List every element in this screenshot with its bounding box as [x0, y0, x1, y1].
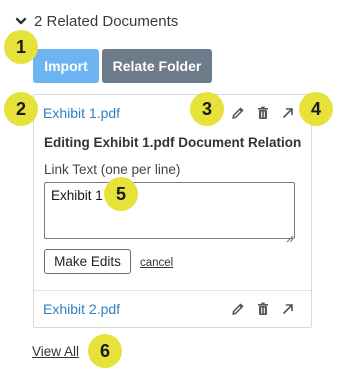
callout-5: 5 — [104, 177, 138, 211]
edit-panel-title: Editing Exhibit 1.pdf Document Relation — [44, 135, 302, 150]
link-text-label: Link Text (one per line) — [44, 162, 181, 177]
related-documents-list: Exhibit 1.pdf Editing Exhibit 1.pdf Docu… — [33, 94, 312, 328]
pencil-icon[interactable] — [230, 301, 246, 317]
trash-icon[interactable] — [255, 105, 271, 121]
relate-folder-button[interactable]: Relate Folder — [102, 49, 212, 83]
callout-2: 2 — [4, 92, 38, 126]
external-link-icon[interactable] — [280, 105, 296, 121]
callout-1: 1 — [4, 30, 38, 64]
trash-icon[interactable] — [255, 301, 271, 317]
related-documents-header[interactable]: 2 Related Documents — [14, 10, 178, 32]
callout-4: 4 — [299, 92, 333, 126]
view-all-link[interactable]: View All — [32, 344, 79, 359]
callout-6: 6 — [88, 334, 122, 368]
resize-grip-icon[interactable] — [286, 230, 294, 243]
chevron-down-icon[interactable] — [14, 14, 28, 28]
section-title: 2 Related Documents — [34, 12, 179, 30]
callout-3: 3 — [190, 92, 224, 126]
divider — [34, 290, 311, 291]
document-link-exhibit-2[interactable]: Exhibit 2.pdf — [43, 301, 120, 317]
import-button[interactable]: Import — [33, 49, 99, 83]
external-link-icon[interactable] — [280, 301, 296, 317]
cancel-link[interactable]: cancel — [140, 257, 173, 269]
link-text-input[interactable]: Exhibit 1 — [44, 182, 295, 239]
document-link-exhibit-1[interactable]: Exhibit 1.pdf — [43, 105, 120, 121]
pencil-icon[interactable] — [230, 105, 246, 121]
make-edits-button[interactable]: Make Edits — [44, 249, 131, 274]
